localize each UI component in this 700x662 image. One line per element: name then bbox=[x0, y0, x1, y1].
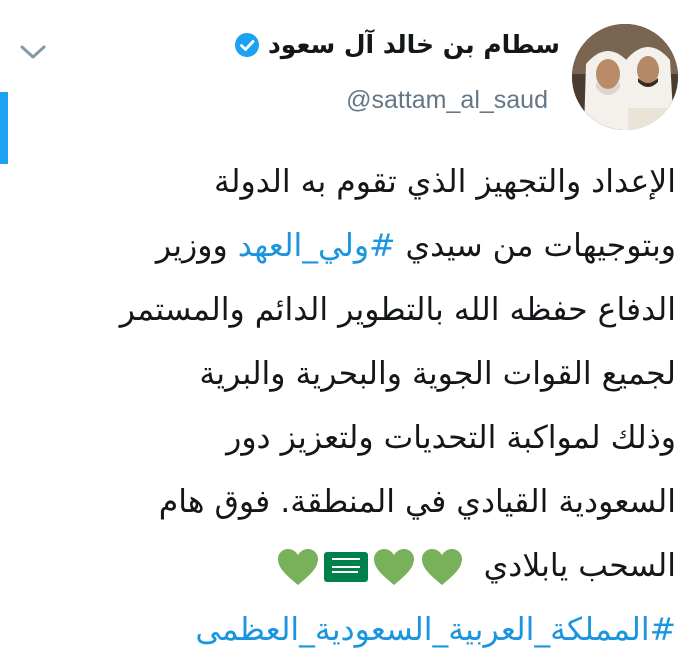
saudi-flag-icon bbox=[323, 552, 368, 582]
green-heart-icon bbox=[421, 549, 462, 585]
tweet-text: السعودية القيادي في المنطقة. فوق هام bbox=[158, 484, 676, 520]
tweet-text: لجميع القوات الجوية والبحرية والبرية bbox=[199, 356, 676, 392]
green-heart-icon bbox=[373, 549, 414, 585]
tweet-line: وذلك لمواكبة التحديات ولتعزيز دور bbox=[60, 406, 676, 470]
green-heart-icon bbox=[277, 549, 318, 585]
tweet-text: ووزير bbox=[155, 228, 238, 264]
tweet-line: لجميع القوات الجوية والبحرية والبرية bbox=[60, 342, 676, 406]
tweet-line: #المملكة_العربية_السعودية_العظمى bbox=[60, 598, 676, 662]
tweet-text: الإعداد والتجهيز الذي تقوم به الدولة bbox=[214, 164, 676, 200]
tweet-line: الإعداد والتجهيز الذي تقوم به الدولة bbox=[60, 150, 676, 214]
tweet-text: وبتوجيهات من سيدي bbox=[395, 228, 677, 264]
tweet-body: الإعداد والتجهيز الذي تقوم به الدولة وبت… bbox=[60, 150, 676, 662]
chevron-down-icon[interactable] bbox=[18, 40, 48, 64]
author-display-name[interactable]: سطام بن خالد آل سعود bbox=[268, 30, 560, 59]
tweet-line: وبتوجيهات من سيدي #ولي_العهد ووزير bbox=[60, 214, 676, 278]
emoji-group bbox=[276, 547, 464, 587]
tweet-text: وذلك لمواكبة التحديات ولتعزيز دور bbox=[226, 420, 676, 456]
tweet-line: السحب يابلادي bbox=[60, 534, 676, 598]
tweet-text: الدفاع حفظه الله بالتطوير الدائم والمستم… bbox=[119, 292, 676, 328]
tweet-text: السحب يابلادي bbox=[483, 548, 676, 584]
author-name-row[interactable]: سطام بن خالد آل سعود bbox=[234, 30, 560, 59]
tweet-line: السعودية القيادي في المنطقة. فوق هام bbox=[60, 470, 676, 534]
hashtag-link[interactable]: #ولي_العهد bbox=[238, 228, 396, 264]
left-accent-bar bbox=[0, 92, 8, 164]
tweet-line: الدفاع حفظه الله بالتطوير الدائم والمستم… bbox=[60, 278, 676, 342]
hashtag-link[interactable]: #المملكة_العربية_السعودية_العظمى bbox=[195, 612, 676, 648]
author-handle[interactable]: @sattam_al_saud bbox=[346, 86, 548, 115]
avatar[interactable] bbox=[572, 24, 678, 130]
verified-badge-icon bbox=[234, 32, 260, 58]
